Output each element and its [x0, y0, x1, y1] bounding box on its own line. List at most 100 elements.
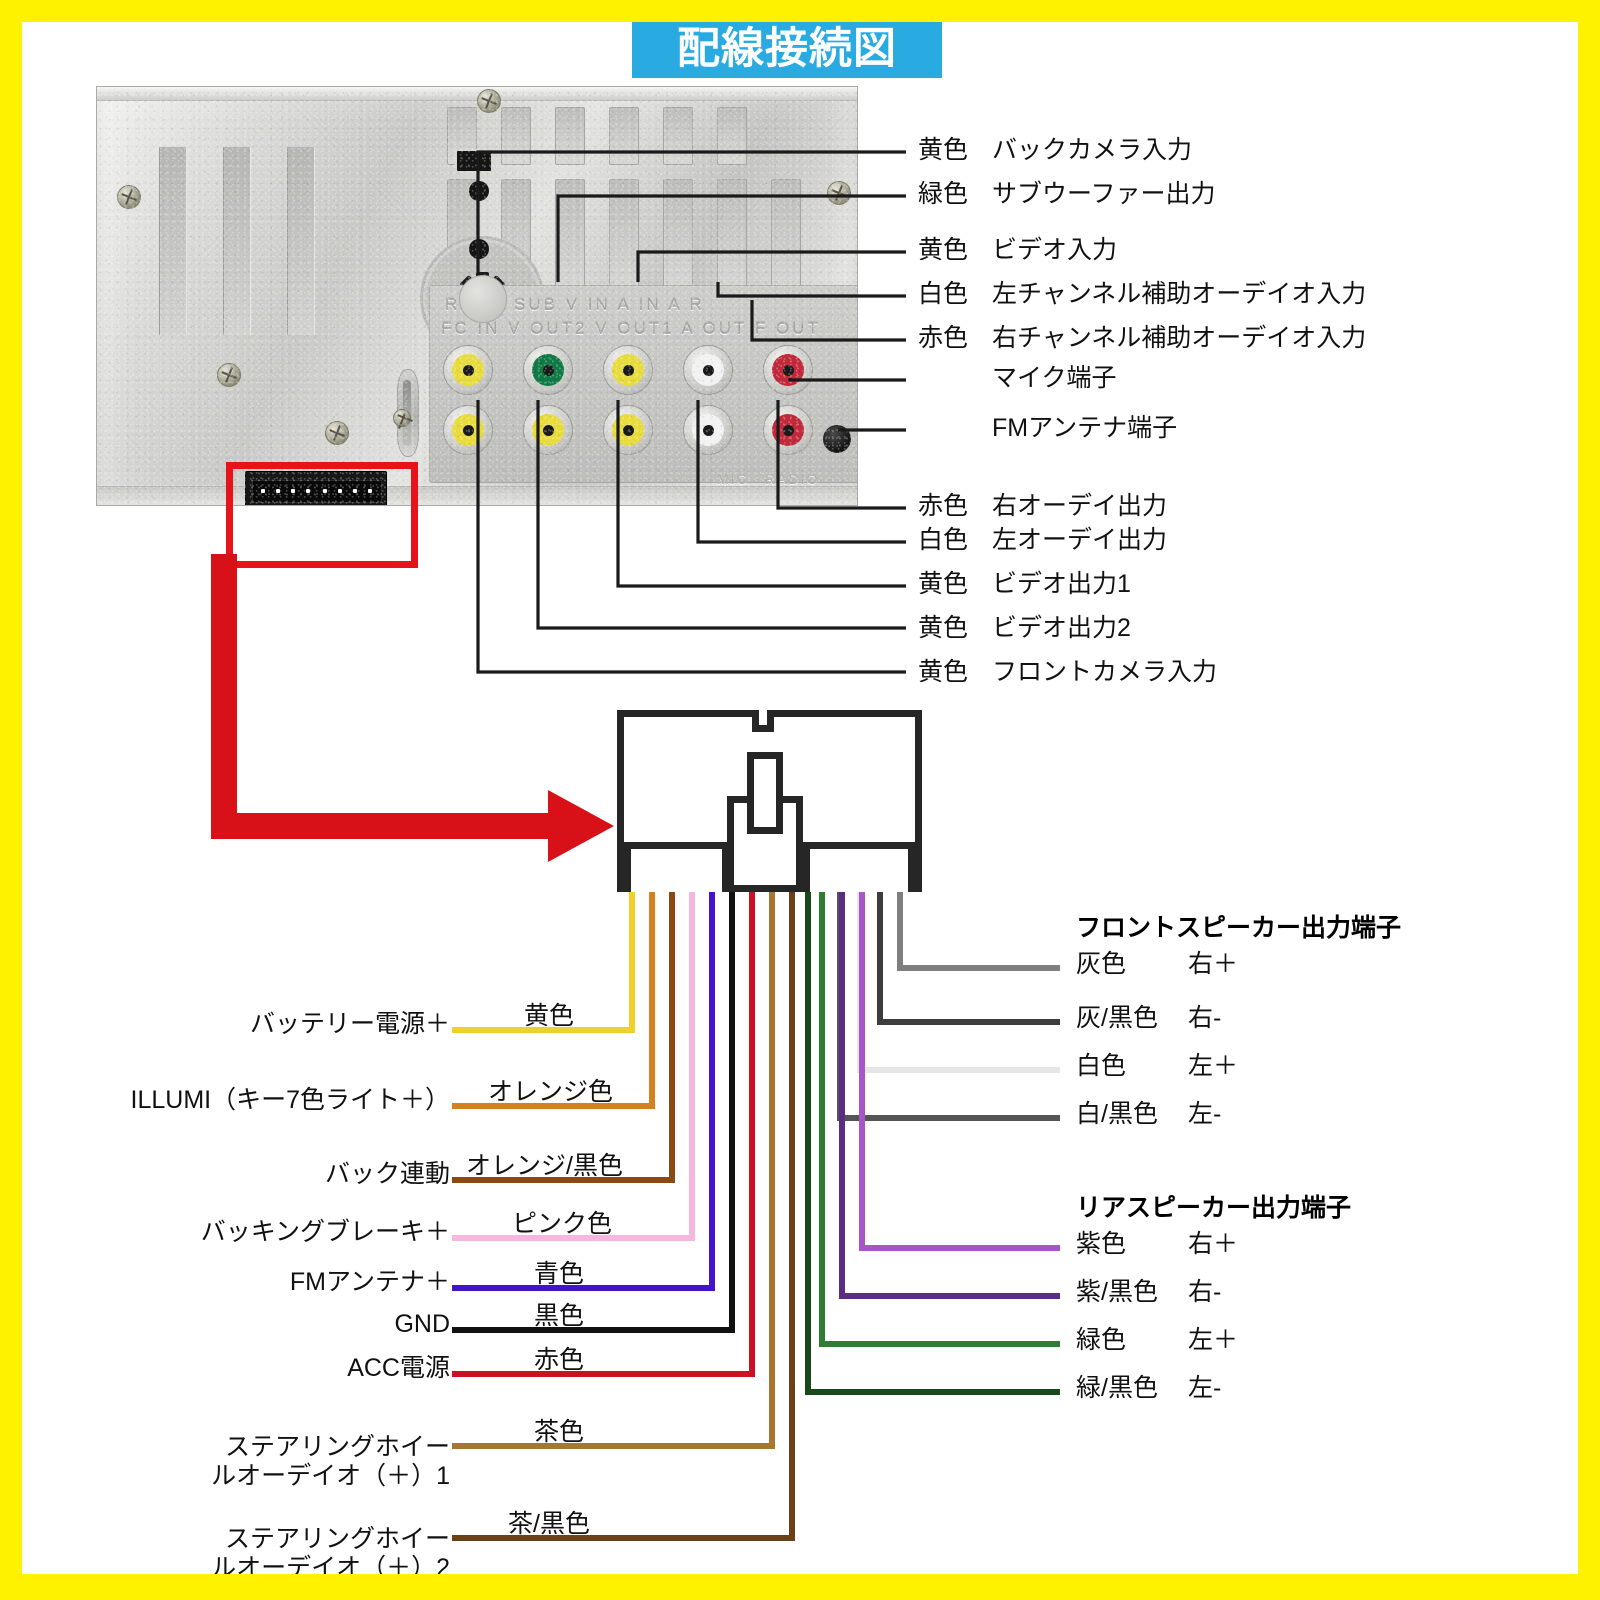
wire-desc: バックカメラ入力: [992, 136, 1193, 164]
chassis-vent-slot: [717, 107, 747, 165]
wire-color-name: 赤色: [918, 324, 969, 352]
wire-polarity-text: 右＋: [1188, 950, 1239, 978]
chassis-vent-slot: [159, 147, 187, 335]
wire-color-text: 灰色: [1076, 950, 1127, 978]
chassis-vent-slot: [663, 179, 693, 301]
wire-color-text: 黒色: [534, 1302, 585, 1330]
wire-color-name: 白色: [918, 280, 969, 308]
rca-jack-audio-left-out: [683, 405, 733, 455]
chassis-vent-slot: [501, 107, 531, 165]
diagram-title-banner: 配線接続図: [632, 20, 942, 78]
fan-hub: [459, 275, 507, 323]
wire-color-label: 黄色: [524, 996, 574, 1032]
wire-color-name: 黄色: [918, 236, 969, 264]
wire-function-text: ステアリングホイー ルオーデイオ（＋）1: [211, 1433, 450, 1490]
chassis-screw: [477, 89, 501, 113]
chassis-vent-slot: [555, 179, 585, 301]
wire-desc: マイク端子: [992, 364, 1117, 392]
aux-port-dot-2: [469, 239, 489, 259]
connector-top-notch: [752, 710, 774, 732]
rca-jack-aux-audio-left-in: [683, 345, 733, 395]
wire-color-label: ピンク色: [512, 1204, 612, 1240]
wire-color-text: 茶色: [534, 1418, 585, 1446]
wire-function-text: ACC電源: [347, 1354, 450, 1382]
wire-color-label: 黒色: [534, 1296, 584, 1332]
rca-label-row: 黄色 ビデオ出力1: [918, 572, 1131, 597]
wire-color-label: オレンジ/黒色: [466, 1146, 623, 1182]
wire-polarity-text: 左-: [1188, 1100, 1222, 1128]
rear-speaker-wire-row: 紫色 右＋: [1076, 1232, 1238, 1257]
wire-function-label: ステアリングホイー ルオーデイオ（＋）1: [120, 1404, 450, 1491]
wire-color-name: 赤色: [918, 492, 969, 520]
rear-speaker-wire-row: 緑色 左＋: [1076, 1328, 1238, 1353]
wire-function-label: FMアンテナ＋: [120, 1268, 450, 1297]
wire-color-name: 黄色: [918, 658, 969, 686]
front-speaker-wire-row: 灰/黒色 右-: [1076, 1006, 1221, 1031]
wire-polarity-text: 右＋: [1188, 1230, 1239, 1258]
wire-desc: フロントカメラ入力: [992, 658, 1218, 686]
rca-label-row: 黄色 ビデオ出力2: [918, 616, 1131, 641]
wire-function-label: ILLUMI（キー7色ライト＋）: [60, 1086, 450, 1115]
wire-color-text: オレンジ/黒色: [466, 1152, 623, 1180]
chassis-vent-slot: [287, 147, 315, 335]
wire-color-text: 白/黒色: [1076, 1100, 1158, 1128]
wire-color-name: 黄色: [918, 136, 969, 164]
rca-label-row: 白色 左チャンネル補助オーデイオ入力: [918, 282, 1366, 307]
rca-jack-video-in: [603, 345, 653, 395]
connector-bay-left: [624, 842, 729, 892]
rear-speaker-wire-row: 緑/黒色 左-: [1076, 1376, 1221, 1401]
wire-function-label: GND: [120, 1310, 450, 1339]
wire-function-label: バッテリー電源＋: [120, 1010, 450, 1039]
head-unit-rear-photo: RC IN SUB V IN A IN A R FC IN V OUT2 V O…: [96, 86, 858, 506]
wire-desc: 左チャンネル補助オーデイオ入力: [992, 280, 1367, 308]
wire-function-text: GND: [394, 1310, 450, 1338]
wire-color-text: 茶/黒色: [508, 1510, 590, 1538]
wire-color-label: 赤色: [534, 1340, 584, 1376]
connector-bay-right: [803, 842, 915, 892]
rca-jack-subwoofer-out: [523, 345, 573, 395]
wire-function-label: ACC電源: [120, 1354, 450, 1383]
microphone-jack: [823, 425, 851, 453]
wiring-harness-connector: [617, 710, 922, 892]
rca-jack-back-camera-in: [443, 345, 493, 395]
frame-border-top: [0, 0, 1600, 22]
page-title: 配線接続図: [677, 24, 897, 73]
wire-color-text: 青色: [534, 1260, 585, 1288]
wire-polarity-text: 左＋: [1188, 1326, 1239, 1354]
chassis-screw: [827, 181, 851, 205]
chassis-vent-slot: [717, 179, 747, 301]
chassis-screw: [117, 185, 141, 209]
rca-label-row: 白色 左オーデイ出力: [918, 528, 1167, 553]
wire-color-text: 灰/黒色: [1076, 1004, 1158, 1032]
wire-color-text: 緑/黒色: [1076, 1374, 1158, 1402]
wire-function-label: バッキングブレーキ＋: [120, 1218, 450, 1247]
front-speaker-wire-row: 白色 左＋: [1076, 1054, 1238, 1079]
aux-port-upper: [455, 149, 493, 173]
wire-color-text: 白色: [1076, 1052, 1127, 1080]
rca-label-row: 緑色 サブウーファー出力: [918, 182, 1216, 207]
wire-color-text: 黄色: [524, 1002, 575, 1030]
connector-key-upper: [747, 752, 783, 834]
rca-label-row: FMアンテナ端子: [918, 416, 1177, 441]
wire-polarity-text: 左＋: [1188, 1052, 1239, 1080]
wire-function-text: バッテリー電源＋: [249, 1010, 450, 1038]
chassis-vent-slot: [663, 107, 693, 165]
wire-polarity-text: 左-: [1188, 1374, 1222, 1402]
wire-color-text: 紫色: [1076, 1230, 1127, 1258]
wiring-diagram-page: 配線接続図 RC IN SUB V IN A IN A R FC IN V OU…: [0, 0, 1600, 1600]
wire-color-text: ピンク色: [512, 1210, 613, 1238]
rca-jack-video-out-1: [603, 405, 653, 455]
wire-function-label: バック連動: [120, 1160, 450, 1189]
rear-speaker-wire-row: 紫/黒色 右-: [1076, 1280, 1221, 1305]
wire-desc: 左オーデイ出力: [992, 526, 1168, 554]
wire-color-name: 緑色: [918, 180, 969, 208]
rca-jack-front-camera-in: [443, 405, 493, 455]
wire-polarity-text: 右-: [1188, 1004, 1222, 1032]
rca-jack-aux-audio-right-in: [763, 345, 813, 395]
wire-color-text: 緑色: [1076, 1326, 1127, 1354]
wire-color-label: 青色: [534, 1254, 584, 1290]
chassis-screw: [217, 363, 241, 387]
rca-label-row: 黄色 ビデオ入力: [918, 238, 1117, 263]
wire-function-text: バッキングブレーキ＋: [200, 1218, 450, 1246]
rca-label-row: 黄色 フロントカメラ入力: [918, 660, 1217, 685]
